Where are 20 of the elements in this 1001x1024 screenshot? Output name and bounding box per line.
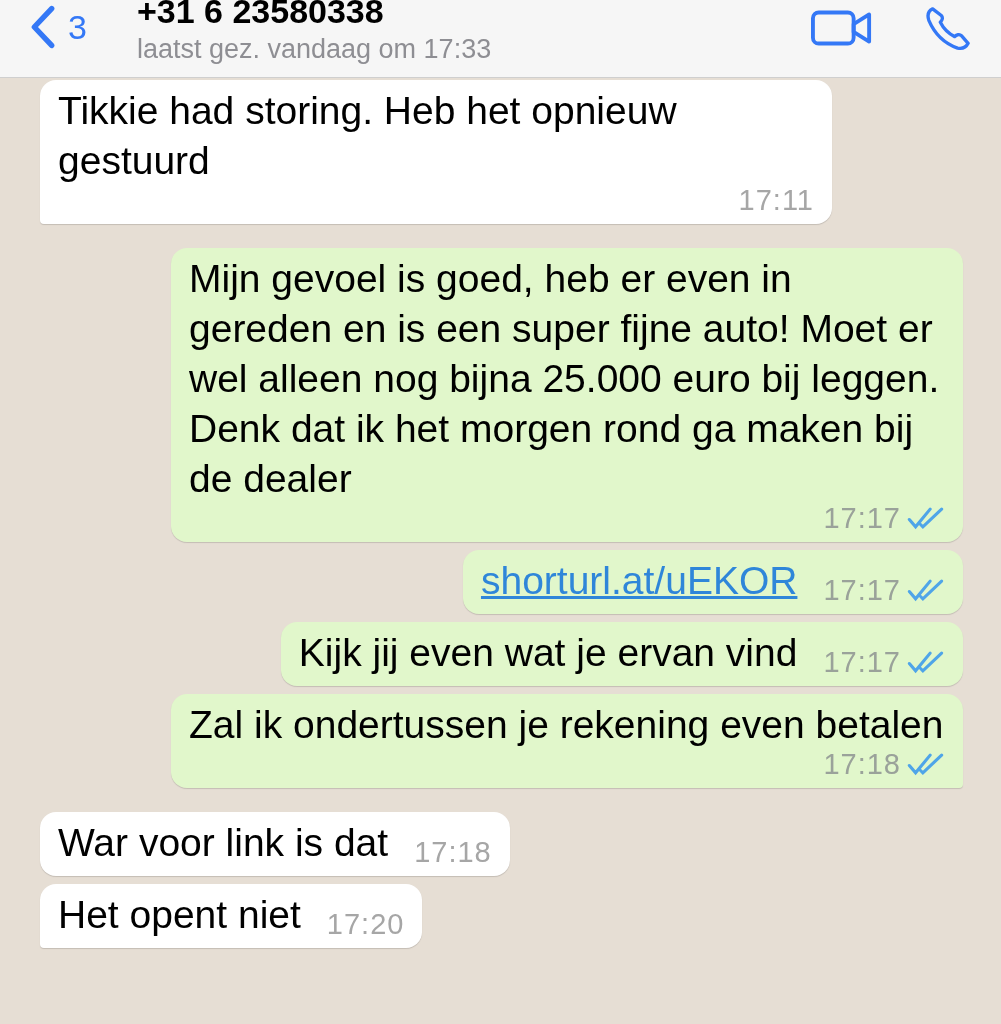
message-text: Mijn gevoel is goed, heb er even in gereden en is een super fijne auto! Moet er wel alleen nog bijna 25.000 euro bij leggen. Denk dat ik het morgen rond ga maken bij de dealer [189,256,941,502]
message-text: Tikkie had storing. Heb het opnieuw gestuurd [58,88,678,184]
message-time: 17:17 [823,574,901,606]
message-time: 17:11 [738,184,814,216]
message-time: 17:18 [823,748,901,780]
message-text: Zal ik ondertussen je rekening even betalen [189,702,944,748]
message-text: Het opent niet [58,892,301,938]
back-button[interactable]: 3 [30,5,87,49]
message-text: Kijk jij even wat je ervan vind [298,630,798,676]
message-time: 17:17 [823,502,901,534]
message-link[interactable]: shorturl.at/uEKOR [480,556,798,606]
message-text: War voor link is dat [58,820,389,866]
message-time: 17:18 [414,836,492,868]
last-seen-text: laatst gez. vandaag om 17:33 [136,34,493,65]
back-chevron-icon [30,5,56,49]
contact-name[interactable]: +31 6 23580338 [136,0,811,28]
video-call-icon[interactable] [811,8,873,48]
phone-call-icon[interactable] [925,5,971,51]
message-time: 17:20 [326,908,405,940]
message-time: 17:17 [823,646,901,678]
